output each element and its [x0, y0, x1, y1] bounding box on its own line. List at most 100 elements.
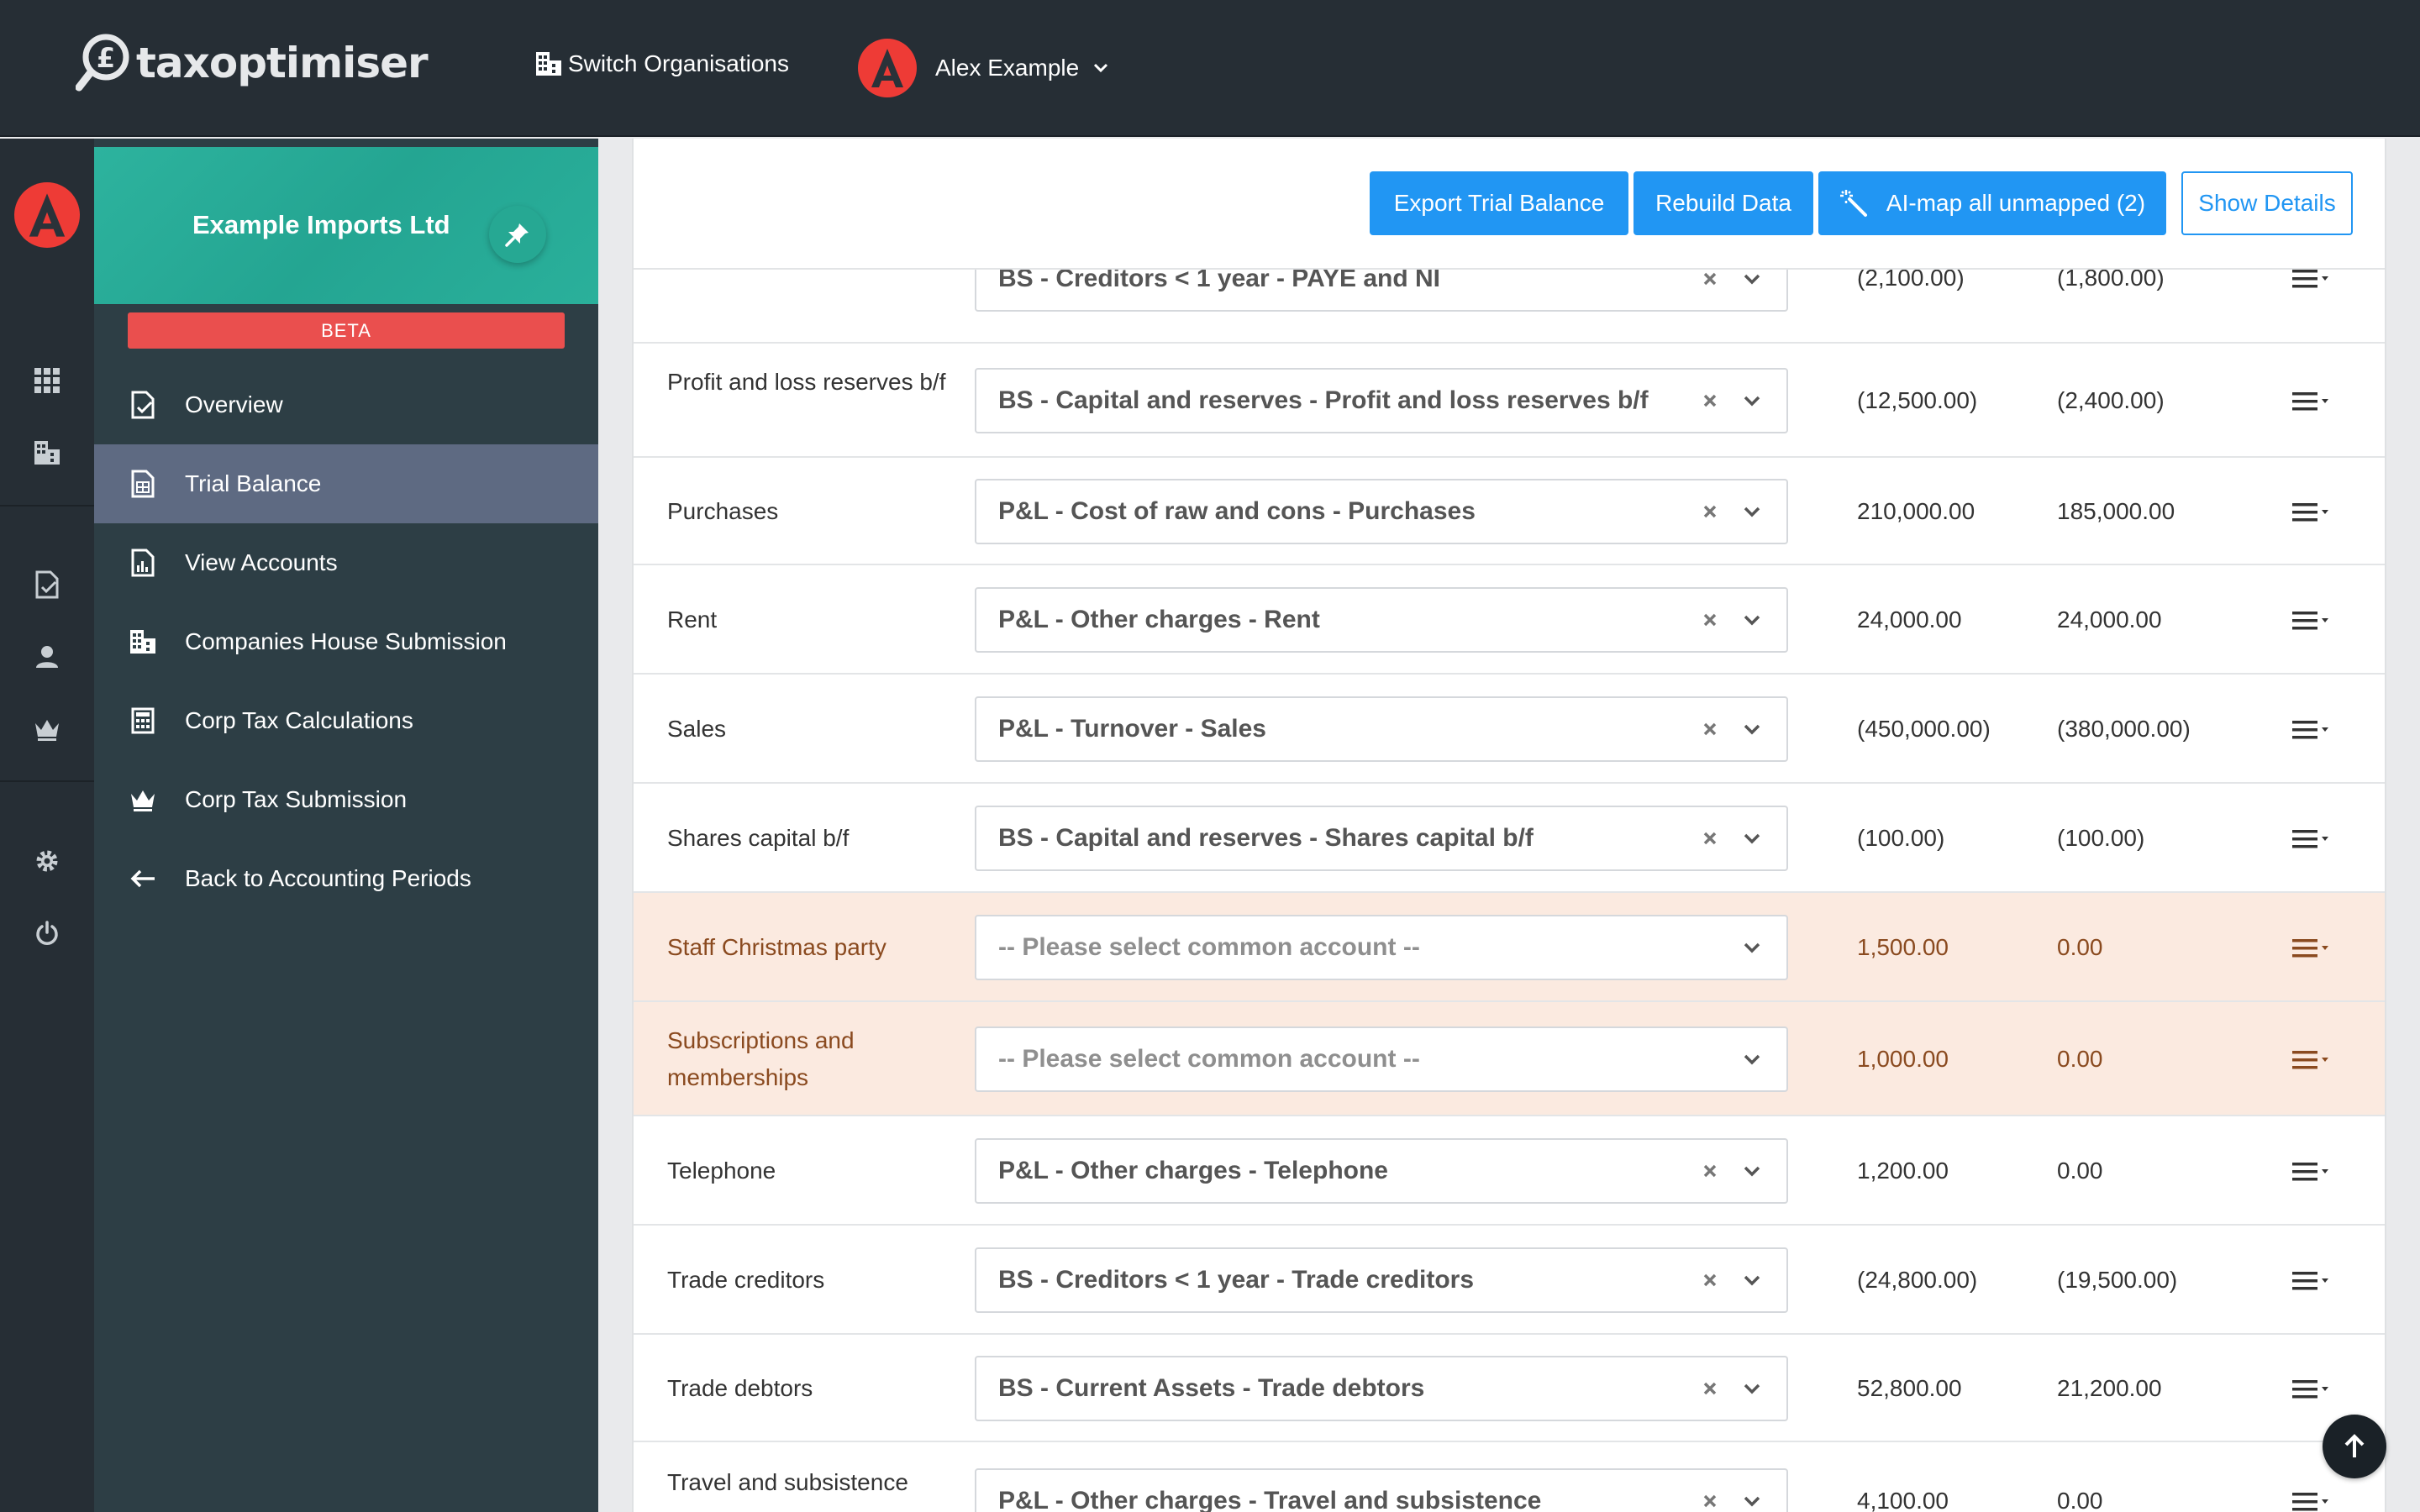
table-document-icon [128, 469, 158, 499]
row-actions-menu[interactable] [2291, 717, 2333, 743]
dropdown-toggle[interactable] [1741, 609, 1763, 631]
clear-selection-button[interactable] [1699, 1269, 1721, 1291]
dropdown-toggle[interactable] [1741, 1490, 1763, 1512]
selected-mapping: BS - Creditors < 1 year - Trade creditor… [998, 1266, 1475, 1294]
row-actions-menu[interactable] [2291, 608, 2333, 633]
dropdown-toggle[interactable] [1741, 1048, 1763, 1070]
selected-mapping: -- Please select common account -- [998, 1045, 1420, 1073]
document-check-icon[interactable] [30, 568, 64, 601]
settings-icon[interactable] [30, 844, 64, 878]
account-name: Shares capital b/f [667, 825, 850, 851]
current-period-value: 210,000.00 [1857, 498, 1975, 524]
dropdown-toggle[interactable] [1741, 501, 1763, 522]
account-mapping-select[interactable]: -- Please select common account -- [975, 1026, 1788, 1092]
pin-button[interactable] [489, 206, 546, 263]
export-trial-balance-button[interactable]: Export Trial Balance [1370, 171, 1628, 235]
dropdown-toggle[interactable] [1741, 1378, 1763, 1399]
sidebar-item-back-to-accounting-periods[interactable]: Back to Accounting Periods [94, 839, 598, 918]
buildings-icon[interactable] [30, 436, 64, 470]
power-icon[interactable] [30, 916, 64, 950]
clear-selection-button[interactable] [1699, 609, 1721, 631]
chevron-down-icon [1094, 63, 1108, 73]
dropdown-toggle[interactable] [1741, 718, 1763, 740]
close-icon [1703, 1273, 1717, 1287]
crown-icon[interactable] [30, 712, 64, 746]
account-mapping-select[interactable]: P&L - Turnover - Sales [975, 696, 1788, 762]
table-row: Travel and subsistence P&L - Other charge… [634, 1442, 2385, 1512]
account-name: Staff Christmas party [667, 934, 886, 960]
ai-map-all-button[interactable]: AI-map all unmapped (2) [1818, 171, 2166, 235]
sidebar-item-label: Corp Tax Submission [185, 786, 408, 812]
row-actions-menu[interactable] [2291, 389, 2333, 414]
clear-selection-button[interactable] [1699, 1378, 1721, 1399]
selected-mapping: BS - Capital and reserves - Shares capit… [998, 824, 1534, 852]
sidebar-item-view-accounts[interactable]: View Accounts [94, 523, 598, 602]
buildings-icon [536, 52, 561, 76]
chevron-down-icon [1744, 833, 1760, 844]
dropdown-toggle[interactable] [1741, 827, 1763, 849]
dropdown-toggle[interactable] [1741, 937, 1763, 958]
row-actions-menu[interactable] [2291, 1159, 2333, 1184]
chevron-down-icon [1744, 615, 1760, 626]
rebuild-data-button[interactable]: Rebuild Data [1634, 171, 1813, 235]
clear-selection-button[interactable] [1699, 827, 1721, 849]
account-mapping-select[interactable]: P&L - Other charges - Travel and subsist… [975, 1468, 1788, 1512]
table-row: Rent P&L - Other charges - Rent 24,000.00 2… [634, 565, 2385, 675]
clear-selection-button[interactable] [1699, 718, 1721, 740]
sidebar-item-overview[interactable]: Overview [94, 365, 598, 444]
dropdown-toggle[interactable] [1741, 268, 1763, 290]
dropdown-toggle[interactable] [1741, 390, 1763, 412]
row-actions-menu[interactable] [2291, 827, 2333, 852]
account-name: Rent [667, 606, 718, 633]
account-mapping-select[interactable]: P&L - Other charges - Telephone [975, 1138, 1788, 1204]
sidebar-item-corp-tax-calculations[interactable]: Corp Tax Calculations [94, 681, 598, 760]
prior-period-value: 21,200.00 [2057, 1375, 2162, 1401]
sidebar-item-corp-tax-submission[interactable]: Corp Tax Submission [94, 760, 598, 839]
account-mapping-select[interactable]: BS - Creditors < 1 year - Trade creditor… [975, 1247, 1788, 1313]
selected-mapping: P&L - Turnover - Sales [998, 715, 1266, 743]
row-actions-menu[interactable] [2291, 1377, 2333, 1402]
organisation-header: Example Imports Ltd [94, 147, 598, 304]
row-actions-menu[interactable] [2291, 266, 2333, 291]
switch-organisations-button[interactable]: Switch Organisations [534, 50, 789, 77]
user-name: Alex Example [935, 55, 1080, 81]
current-period-value: 24,000.00 [1857, 606, 1962, 633]
clear-selection-button[interactable] [1699, 268, 1721, 290]
account-mapping-select[interactable]: BS - Current Assets - Trade debtors [975, 1356, 1788, 1421]
close-icon [1703, 272, 1717, 286]
account-mapping-select[interactable]: BS - Capital and reserves - Shares capit… [975, 806, 1788, 871]
clear-selection-button[interactable] [1699, 390, 1721, 412]
menu-lines-icon [2292, 1380, 2328, 1399]
clear-selection-button[interactable] [1699, 501, 1721, 522]
row-actions-menu[interactable] [2291, 500, 2333, 525]
avatar[interactable] [14, 182, 80, 248]
account-mapping-select[interactable]: BS - Capital and reserves - Profit and l… [975, 368, 1788, 433]
sidebar-item-trial-balance[interactable]: Trial Balance [94, 444, 598, 523]
account-mapping-select[interactable]: P&L - Other charges - Rent [975, 587, 1788, 653]
table-row: PAYE and NIBS - Creditors < 1 year - PAY… [634, 244, 2385, 344]
dropdown-toggle[interactable] [1741, 1160, 1763, 1182]
sidebar-item-companies-house-submission[interactable]: Companies House Submission [94, 602, 598, 681]
account-mapping-select[interactable]: P&L - Cost of raw and cons - Purchases [975, 479, 1788, 544]
sidebar: Example Imports Ltd BETA Overview Trial … [94, 139, 598, 1512]
apps-grid-icon[interactable] [30, 364, 64, 397]
clear-selection-button[interactable] [1699, 1160, 1721, 1182]
clear-selection-button[interactable] [1699, 1490, 1721, 1512]
scroll-to-top-button[interactable] [2323, 1415, 2386, 1478]
toolbar: Export Trial Balance Rebuild Data AI-map… [634, 139, 2385, 270]
brand-logo[interactable]: £ taxoptimiser [75, 32, 429, 94]
prior-period-value: (380,000.00) [2057, 716, 2191, 742]
row-actions-menu[interactable] [2291, 1268, 2333, 1294]
user-menu[interactable]: Alex Example [858, 39, 1109, 97]
account-mapping-select[interactable]: -- Please select common account -- [975, 915, 1788, 980]
pin-icon [505, 223, 529, 247]
row-actions-menu[interactable] [2291, 1047, 2333, 1073]
account-name: Travel and subsistence [667, 1469, 908, 1495]
row-actions-menu[interactable] [2291, 1489, 2333, 1512]
row-actions-menu[interactable] [2291, 936, 2333, 961]
show-details-button[interactable]: Show Details [2181, 171, 2353, 235]
rail-divider [0, 780, 94, 782]
current-period-value: 1,500.00 [1857, 934, 1949, 960]
dropdown-toggle[interactable] [1741, 1269, 1763, 1291]
user-icon[interactable] [30, 640, 64, 674]
